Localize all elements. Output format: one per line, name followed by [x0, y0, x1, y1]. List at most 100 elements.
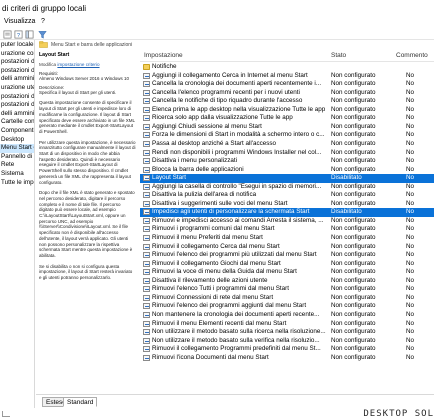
- policy-row[interactable]: Rimuovi il menu Preferiti dal menu Start…: [140, 234, 434, 243]
- setting-comment: No: [406, 157, 415, 165]
- policy-row[interactable]: Rimuovi l'elenco dei programmi più utili…: [140, 251, 434, 260]
- setting-name: Rimuovi il collegamento Programmi predef…: [152, 345, 321, 353]
- setting-name: Non utilizzare il metodo basato sulla ve…: [152, 336, 320, 344]
- setting-state: Non configurato: [331, 225, 376, 233]
- show-hide-button[interactable]: [24, 29, 34, 39]
- policy-row[interactable]: Forza le dimensioni di Start in modalità…: [140, 131, 434, 140]
- properties-button[interactable]: [2, 29, 12, 39]
- tree-item[interactable]: Rete: [0, 161, 14, 170]
- filter-button[interactable]: [37, 29, 47, 39]
- policy-row[interactable]: Rimuovi il collegamento Giochi dal menu …: [140, 260, 434, 269]
- tree-item[interactable]: urazione com: [0, 50, 34, 59]
- tree-item[interactable]: postazioni del: [0, 93, 34, 102]
- policy-icon: [143, 115, 150, 122]
- menu-item-help[interactable]: ?: [41, 18, 45, 25]
- setting-name: Passa al desktop anziché a Start all'acc…: [152, 139, 277, 147]
- tree-item[interactable]: puter locale: [0, 41, 34, 50]
- tab-standard[interactable]: Standard: [63, 397, 98, 407]
- policy-icon: [143, 200, 150, 207]
- tree-item[interactable]: urazione uten: [0, 84, 34, 93]
- tree-item[interactable]: Sistema: [0, 170, 24, 179]
- policy-row[interactable]: Aggiungi il collegamento Cerca in Intern…: [140, 72, 434, 81]
- policy-row[interactable]: Non utilizzare il metodo basato sulla ve…: [140, 337, 434, 346]
- tree-item[interactable]: postazioni di V: [0, 67, 34, 76]
- setting-state: Non configurato: [331, 345, 376, 353]
- policy-row[interactable]: Non mantenere la cronologia dei document…: [140, 311, 434, 320]
- policy-icon: [143, 183, 150, 190]
- policy-row[interactable]: Rimuovi il collegamento Cerca dal menu S…: [140, 243, 434, 252]
- setting-name: Aggiungi la casella di controllo "Esegui…: [152, 182, 322, 190]
- setting-state: Non configurato: [331, 182, 376, 190]
- edit-policy-link[interactable]: impostazione criterio: [57, 62, 99, 67]
- policy-row[interactable]: Cancella l'elenco programmi recenti per …: [140, 89, 434, 98]
- policy-row[interactable]: Ricerca solo app dalla visualizzazione T…: [140, 114, 434, 123]
- policy-row[interactable]: Non utilizzare il metodo basato sulla ri…: [140, 328, 434, 337]
- setting-state: Non configurato: [331, 71, 376, 79]
- setting-comment: No: [406, 71, 415, 79]
- column-header-state[interactable]: Stato: [331, 52, 346, 59]
- tree-item[interactable]: Tutte le impo: [0, 179, 34, 188]
- tree-item[interactable]: postazioni di V: [0, 101, 34, 110]
- policy-icon: [143, 98, 150, 105]
- setting-name: Impedisci agli utenti di personalizzare …: [152, 208, 310, 216]
- title-bar: di criteri di gruppo locali: [0, 0, 434, 17]
- policy-row[interactable]: Rimuovi e impedisci accesso ai comandi A…: [140, 217, 434, 226]
- policy-row[interactable]: Rimuovi l'icona Documenti dal menu Start…: [140, 354, 434, 363]
- setting-name: Layout Start: [152, 174, 186, 182]
- policy-row[interactable]: Elenca prima le app desktop nella visual…: [140, 106, 434, 115]
- policy-row[interactable]: Aggiungi la casella di controllo "Esegui…: [140, 183, 434, 192]
- menu-item-visualizza[interactable]: Visualizza: [4, 18, 35, 25]
- policy-row[interactable]: Aggiungi Chiudi sessione al menu Start No…: [140, 123, 434, 132]
- setting-name: Non utilizzare il metodo basato sulla ri…: [152, 328, 326, 336]
- policy-row[interactable]: Rimuovi i programmi comuni dal menu Star…: [140, 225, 434, 234]
- policy-row[interactable]: Impedisci agli utenti di personalizzare …: [140, 208, 434, 217]
- setting-state: Non configurato: [331, 131, 376, 139]
- policy-row[interactable]: Rimuovi il menu Elementi recenti dal men…: [140, 320, 434, 329]
- tree-item[interactable]: Componenti: [0, 127, 34, 136]
- setting-name: Elenca prima le app desktop nella visual…: [152, 105, 326, 113]
- help-button[interactable]: ?: [13, 29, 23, 39]
- policy-icon: [143, 320, 150, 327]
- column-header-comment[interactable]: Commento: [396, 52, 428, 59]
- setting-name: Disattiva la pulizia dell'area di notifi…: [152, 191, 257, 199]
- policy-row[interactable]: Disattiva i menu personalizzati Non confi…: [140, 157, 434, 166]
- policy-row[interactable]: Rimuovi l'elenco Tutti i programmi dal m…: [140, 285, 434, 294]
- policy-row[interactable]: Passa al desktop anziché a Start all'acc…: [140, 140, 434, 149]
- policy-row[interactable]: Disattiva il rilevamento delle azioni ut…: [140, 277, 434, 286]
- tree-item[interactable]: delli amminist: [0, 75, 34, 84]
- folder-icon: [39, 41, 48, 48]
- policy-row[interactable]: Rimuovi il collegamento Programmi predef…: [140, 345, 434, 354]
- policy-icon: [143, 81, 150, 88]
- policy-row[interactable]: Rendi non disponibili i programmi Window…: [140, 149, 434, 158]
- setting-comment: No: [406, 319, 415, 327]
- policy-row[interactable]: Disattiva la pulizia dell'area di notifi…: [140, 191, 434, 200]
- tree-item[interactable]: Cartelle cond: [0, 118, 34, 127]
- setting-name: Rimuovi il collegamento Giochi dal menu …: [152, 259, 281, 267]
- setting-name: Rimuovi il collegamento Cerca dal menu S…: [152, 242, 280, 250]
- policy-row[interactable]: Rimuovi l'elenco dei programmi aggiunti …: [140, 302, 434, 311]
- setting-state: Non configurato: [331, 336, 376, 344]
- folder-row[interactable]: Notifiche: [140, 63, 434, 72]
- column-header-setting[interactable]: Impostazione: [144, 52, 183, 59]
- policy-row[interactable]: Cancella la cronologia dei documenti ape…: [140, 80, 434, 89]
- tree-item[interactable]: Menu Start e: [0, 144, 34, 153]
- policy-row[interactable]: Disattiva i suggerimenti sulle voci del …: [140, 200, 434, 209]
- policy-icon: [143, 243, 150, 250]
- policy-row[interactable]: Rimuovi Connessioni di rete dal menu Sta…: [140, 294, 434, 303]
- tree-item[interactable]: postazioni del: [0, 58, 34, 67]
- tree-item[interactable]: Pannello di co: [0, 153, 34, 162]
- description-paragraph: Per utilizzare questa impostazione, è ne…: [39, 139, 136, 185]
- toolbar: ?: [0, 28, 434, 40]
- policy-icon: [143, 260, 150, 267]
- policy-row[interactable]: Rimuovi la voce di menu della Guida dal …: [140, 268, 434, 277]
- setting-state: Non configurato: [331, 165, 376, 173]
- policy-icon: [143, 140, 150, 147]
- tree-item[interactable]: delli amminist: [0, 110, 34, 119]
- tree-item[interactable]: Desktop: [0, 136, 24, 145]
- policy-row[interactable]: Cancella le notifiche di tipo riquadro d…: [140, 97, 434, 106]
- policy-icon: [143, 89, 150, 96]
- policy-icon: [143, 337, 150, 344]
- description-title: Layout Start: [39, 52, 70, 58]
- policy-row[interactable]: Blocca la barra delle applicazioni Non co…: [140, 166, 434, 175]
- policy-row[interactable]: Layout Start Disabilitato No: [140, 174, 434, 183]
